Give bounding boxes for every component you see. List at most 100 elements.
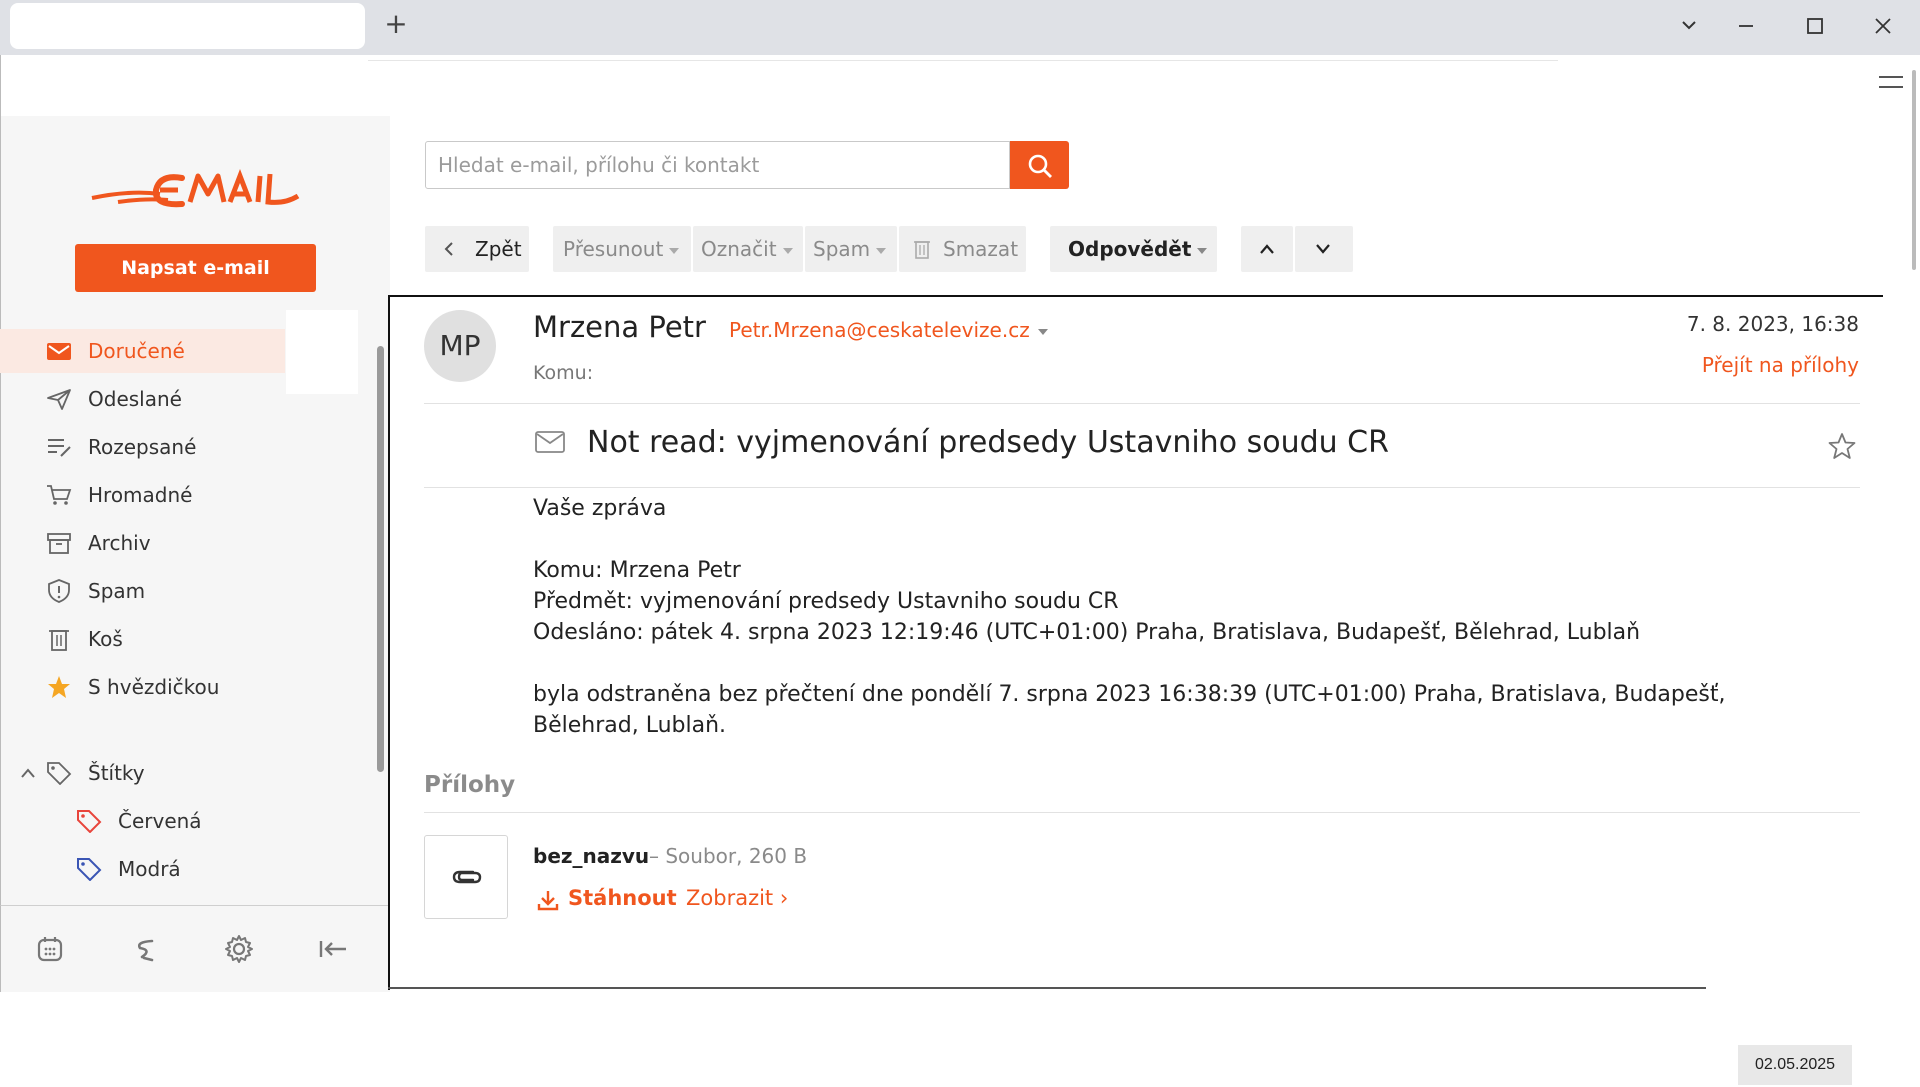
- attachment-meta: – Soubor, 260 B: [649, 844, 808, 868]
- paperclip-icon: [452, 870, 482, 884]
- search-icon: [1028, 154, 1052, 178]
- sidebar-labels-header[interactable]: Štítky: [0, 751, 285, 795]
- next-message-button[interactable]: [1295, 226, 1353, 272]
- sidebar-item-archive[interactable]: Archiv: [0, 521, 285, 565]
- toolbar-divider: [368, 60, 1558, 61]
- sidebar-item-starred[interactable]: S hvězdičkou: [0, 665, 285, 709]
- sidebar-item-label: Hromadné: [88, 483, 193, 507]
- body-line: Odesláno: pátek 4. srpna 2023 12:19:46 (…: [533, 620, 1641, 645]
- sender-email-text: Petr.Mrzena@ceskatelevize.cz: [729, 318, 1030, 342]
- star-toggle-icon[interactable]: [1828, 432, 1856, 460]
- envelope-icon: [535, 431, 565, 453]
- search-button[interactable]: [1010, 141, 1069, 189]
- move-label: Přesunout: [563, 237, 664, 261]
- sidebar-item-label: S hvězdičkou: [88, 675, 220, 699]
- caret-down-icon: [782, 247, 793, 254]
- page-scrollbar-thumb[interactable]: [1912, 70, 1916, 270]
- body-line: Vaše zpráva: [533, 496, 667, 521]
- drafts-icon: [48, 439, 71, 457]
- compose-button[interactable]: Napsat e-mail: [75, 244, 316, 292]
- sidebar-scrollbar-thumb[interactable]: [377, 346, 384, 772]
- trash-icon: [914, 241, 930, 259]
- new-tab-button[interactable]: +: [380, 8, 412, 40]
- divider: [424, 812, 1860, 813]
- sidebar-item-trash[interactable]: Koš: [0, 617, 285, 661]
- caret-down-icon: [876, 247, 887, 254]
- close-icon[interactable]: [1865, 10, 1901, 42]
- hamburger-menu-icon[interactable]: [1878, 73, 1904, 91]
- spam-button[interactable]: Spam: [805, 226, 897, 272]
- sidebar-item-bulk[interactable]: Hromadné: [0, 473, 285, 517]
- sidebar-label-name: Červená: [118, 809, 202, 833]
- cart-icon: [47, 485, 72, 505]
- sidebar-item-label: Rozepsané: [88, 435, 197, 459]
- sidebar-item-spam[interactable]: Spam: [0, 569, 285, 613]
- sidebar-item-label: Spam: [88, 579, 146, 603]
- sidebar-item-label: Odeslané: [88, 387, 182, 411]
- archive-icon: [47, 533, 71, 554]
- tag-red-icon: [77, 810, 102, 833]
- reply-label: Odpovědět: [1068, 237, 1192, 261]
- mark-label: Označit: [701, 237, 777, 261]
- caret-down-icon: [669, 247, 680, 254]
- taskbar-date: 02.05.2025: [1738, 1045, 1852, 1085]
- body-line: Bělehrad, Lublaň.: [533, 713, 727, 738]
- divider: [424, 487, 1860, 488]
- settings-icon[interactable]: [224, 934, 254, 964]
- chevron-up-icon: [1260, 244, 1274, 254]
- maximize-icon[interactable]: [1797, 10, 1833, 42]
- body-line: byla odstraněna bez přečtení dne pondělí…: [533, 682, 1726, 707]
- attachment-thumbnail[interactable]: [424, 835, 508, 919]
- chevron-left-icon: [444, 242, 453, 256]
- attachment-name: bez_nazvu: [533, 844, 650, 868]
- spam-label: Spam: [813, 237, 871, 261]
- body-line: Komu: Mrzena Petr: [533, 558, 741, 583]
- sidebar-label-name: Modrá: [118, 857, 181, 881]
- calendar-icon[interactable]: [35, 934, 65, 964]
- body-line: Předmět: vyjmenování predsedy Ustavniho …: [533, 589, 1119, 614]
- avatar: MP: [424, 310, 496, 382]
- caret-down-icon: [1197, 247, 1208, 254]
- browser-tab[interactable]: [10, 3, 365, 49]
- sidebar-labels-title: Štítky: [88, 761, 145, 785]
- sidebar-item-drafts[interactable]: Rozepsané: [0, 425, 285, 469]
- sidebar-item-inbox[interactable]: Doručené: [0, 329, 285, 373]
- previous-message-button[interactable]: [1241, 226, 1293, 272]
- delete-label: Smazat: [943, 237, 1019, 261]
- chevron-down-icon: [1316, 244, 1330, 254]
- back-label: Zpět: [475, 237, 522, 261]
- goto-attachments-link[interactable]: Přejít na přílohy: [1702, 353, 1859, 377]
- chevron-down-icon[interactable]: [1671, 10, 1707, 42]
- sidebar-item-sent[interactable]: Odeslané: [0, 377, 285, 421]
- collapse-icon[interactable]: [318, 934, 348, 964]
- move-button[interactable]: Přesunout: [553, 226, 691, 272]
- sidebar-label-blue[interactable]: Modrá: [0, 847, 285, 891]
- minimize-icon[interactable]: [1728, 10, 1764, 42]
- delete-button[interactable]: Smazat: [899, 226, 1026, 272]
- browser-toolbar: [0, 55, 1920, 116]
- sidebar-item-label: Koš: [88, 627, 123, 651]
- tag-blue-icon: [77, 858, 102, 881]
- download-button[interactable]: Stáhnout: [568, 886, 677, 910]
- back-button[interactable]: Zpět: [425, 226, 529, 272]
- shield-icon: [48, 579, 70, 603]
- tag-icon: [47, 762, 72, 785]
- search-input[interactable]: Hledat e-mail, přílohu či kontakt: [425, 141, 1010, 189]
- download-icon[interactable]: [536, 888, 560, 912]
- sender-email[interactable]: Petr.Mrzena@ceskatelevize.cz: [729, 318, 1048, 342]
- sender-name[interactable]: Mrzena Petr: [533, 310, 706, 344]
- divider: [424, 403, 1860, 404]
- inbox-icon: [47, 343, 71, 360]
- reply-button[interactable]: Odpovědět: [1050, 226, 1217, 272]
- message-pane-bottom-border: [388, 987, 1706, 989]
- sidebar-overlay: [286, 310, 358, 394]
- sidebar-item-label: Doručené: [88, 339, 185, 363]
- s-icon[interactable]: [130, 934, 160, 964]
- mark-button[interactable]: Označit: [693, 226, 803, 272]
- message-subject: Not read: vyjmenování predsedy Ustavniho…: [587, 425, 1389, 460]
- email-logo[interactable]: [90, 160, 300, 220]
- show-attachment-link[interactable]: Zobrazit ›: [686, 886, 788, 910]
- sidebar-label-red[interactable]: Červená: [0, 799, 285, 843]
- chevron-up-icon[interactable]: [20, 767, 36, 779]
- star-icon: [48, 676, 70, 698]
